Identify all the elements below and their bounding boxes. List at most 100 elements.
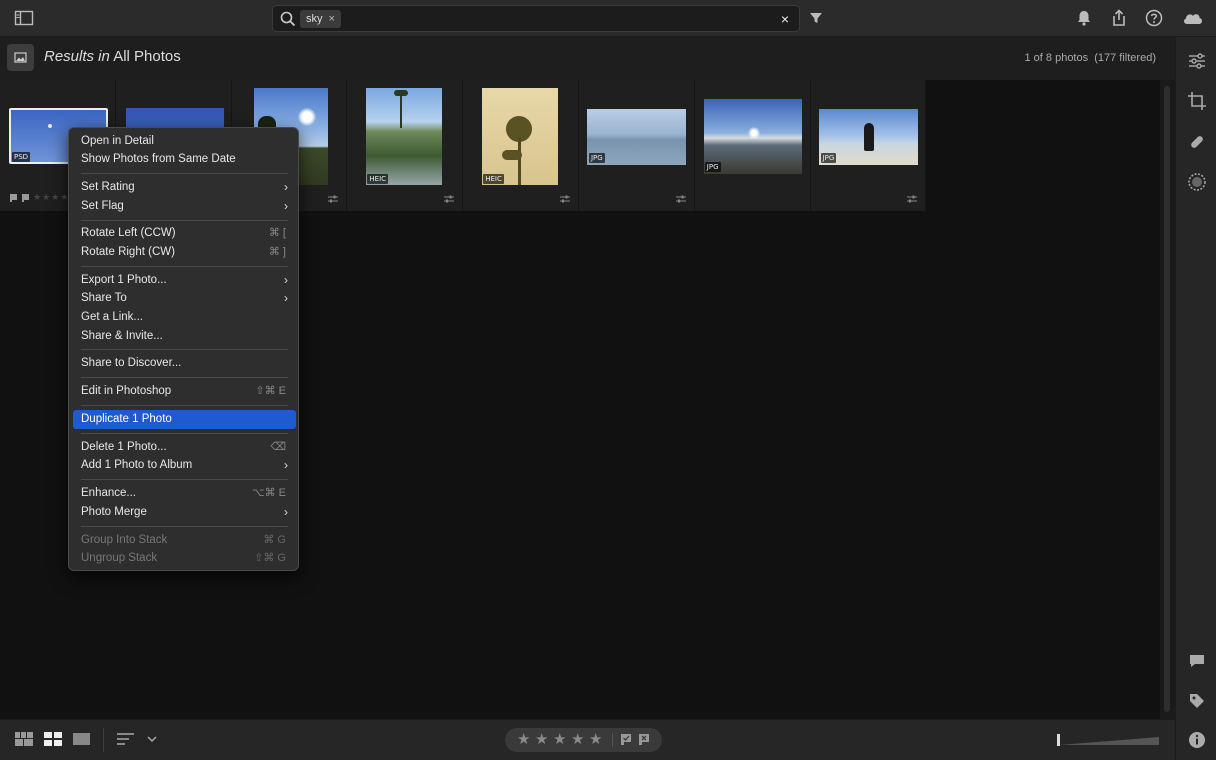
menu-item-label: Rotate Right (CW) <box>81 246 175 258</box>
divider <box>103 728 104 752</box>
square-grid-icon[interactable] <box>15 732 33 746</box>
menu-delete[interactable]: Delete 1 Photo... ⌫ <box>73 438 296 457</box>
file-type-badge: JPG <box>588 153 605 163</box>
file-type-badge: HEIC <box>367 174 389 184</box>
thumbnail-size-slider[interactable] <box>1057 733 1160 747</box>
menu-ungroup-stack: Ungroup Stack ⇧⌘ G <box>73 549 296 568</box>
menu-item-label: Get a Link... <box>81 311 144 323</box>
submenu-chevron-icon: › <box>284 180 288 194</box>
menu-item-label: Open in Detail <box>81 135 154 147</box>
info-icon[interactable] <box>1187 730 1207 750</box>
rating-star[interactable]: ★ <box>589 730 602 748</box>
menu-shortcut: ⌘ ] <box>268 246 286 258</box>
menu-item-label: Add 1 Photo to Album <box>81 459 193 471</box>
results-prefix: Results in <box>44 48 110 65</box>
photo-thumbnail[interactable]: HEIC <box>463 80 579 211</box>
thumb-rating[interactable]: ★★★★ <box>33 192 69 203</box>
submenu-chevron-icon: › <box>284 273 288 287</box>
menu-item-label: Share To <box>81 292 127 304</box>
bottom-toolbar: ★ ★ ★ ★ ★ <box>0 719 1175 760</box>
menu-share-to[interactable]: Share To › <box>73 289 296 308</box>
menu-set-flag[interactable]: Set Flag › <box>73 197 296 216</box>
search-input[interactable]: sky × × <box>272 5 800 32</box>
menu-rotate-left[interactable]: Rotate Left (CCW) ⌘ [ <box>73 224 296 243</box>
results-header: Results in All Photos 1 of 8 photos (177… <box>0 37 1175 80</box>
menu-share-discover[interactable]: Share to Discover... <box>73 354 296 373</box>
menu-separator <box>81 173 288 174</box>
file-type-badge: PSD <box>12 152 31 162</box>
reject-flag-icon[interactable] <box>638 733 650 746</box>
photo-image <box>482 88 559 185</box>
sort-icon[interactable] <box>117 732 135 746</box>
panel-toggle-icon[interactable] <box>14 9 34 27</box>
menu-open-in-detail[interactable]: Open in Detail <box>73 132 296 151</box>
scrollbar-thumb[interactable] <box>1164 86 1170 712</box>
vertical-scrollbar[interactable] <box>1160 80 1175 719</box>
menu-separator <box>81 220 288 221</box>
rating-star[interactable]: ★ <box>535 730 548 748</box>
menu-get-link[interactable]: Get a Link... <box>73 308 296 327</box>
menu-item-label: Duplicate 1 Photo <box>81 413 172 425</box>
menu-show-same-date[interactable]: Show Photos from Same Date <box>73 150 296 169</box>
menu-item-label: Set Rating <box>81 181 135 193</box>
cloud-icon[interactable] <box>1181 8 1205 28</box>
healing-icon[interactable] <box>1187 132 1207 152</box>
rating-star[interactable]: ★ <box>571 730 584 748</box>
photo-thumbnail[interactable]: HEIC <box>347 80 464 211</box>
menu-separator <box>81 405 288 406</box>
photo-thumbnail[interactable]: JPG <box>810 80 927 211</box>
filter-icon[interactable] <box>808 10 824 26</box>
adjustments-icon <box>328 195 339 203</box>
menu-set-rating[interactable]: Set Rating › <box>73 178 296 197</box>
menu-shortcut: ⇧⌘ G <box>254 552 286 564</box>
menu-item-label: Export 1 Photo... <box>81 274 167 286</box>
rating-star[interactable]: ★ <box>517 730 530 748</box>
menu-photo-merge[interactable]: Photo Merge › <box>73 503 296 522</box>
photo-image <box>366 88 443 185</box>
menu-share-invite[interactable]: Share & Invite... <box>73 327 296 346</box>
submenu-chevron-icon: › <box>284 458 288 472</box>
chevron-down-icon[interactable] <box>146 732 158 746</box>
pick-flag-icon[interactable] <box>620 733 632 746</box>
masking-icon[interactable] <box>1187 172 1207 192</box>
share-icon[interactable] <box>1109 8 1129 28</box>
rating-filter[interactable]: ★ ★ ★ ★ ★ <box>505 728 662 752</box>
menu-group-stack: Group Into Stack ⌘ G <box>73 531 296 550</box>
adjustments-icon <box>675 195 686 203</box>
menu-separator <box>81 377 288 378</box>
menu-rotate-right[interactable]: Rotate Right (CW) ⌘ ] <box>73 243 296 262</box>
menu-separator <box>81 526 288 527</box>
menu-enhance[interactable]: Enhance... ⌥⌘ E <box>73 484 296 503</box>
tag-icon[interactable] <box>1187 691 1207 711</box>
photo-thumbnail[interactable]: JPG <box>578 80 695 211</box>
menu-item-label: Share to Discover... <box>81 357 182 369</box>
help-icon[interactable] <box>1144 8 1164 28</box>
menu-separator <box>81 349 288 350</box>
crop-icon[interactable] <box>1187 91 1207 111</box>
menu-duplicate[interactable]: Duplicate 1 Photo <box>73 410 296 429</box>
clear-search-icon[interactable]: × <box>777 10 793 28</box>
comment-icon[interactable] <box>1187 651 1207 671</box>
photo-thumbnail[interactable]: JPG <box>694 80 811 211</box>
edit-tools-panel <box>1175 37 1216 760</box>
menu-separator <box>81 479 288 480</box>
detail-view-icon[interactable] <box>73 732 91 746</box>
flag-icon[interactable] <box>9 193 33 203</box>
top-bar: sky × × <box>0 0 1216 37</box>
bell-icon[interactable] <box>1074 8 1094 28</box>
photo-view-icon[interactable] <box>7 44 34 71</box>
edit-sliders-icon[interactable] <box>1187 51 1207 71</box>
menu-item-label: Enhance... <box>81 487 136 499</box>
file-type-badge: JPG <box>704 162 721 172</box>
menu-edit-photoshop[interactable]: Edit in Photoshop ⇧⌘ E <box>73 382 296 401</box>
search-chip[interactable]: sky × <box>300 10 341 28</box>
menu-shortcut: ⇧⌘ E <box>255 385 286 397</box>
photo-grid-icon[interactable] <box>44 732 62 746</box>
chip-remove-icon[interactable]: × <box>329 10 335 28</box>
menu-export[interactable]: Export 1 Photo... › <box>73 271 296 290</box>
menu-add-to-album[interactable]: Add 1 Photo to Album › <box>73 456 296 475</box>
adjustments-icon <box>907 195 918 203</box>
rating-star[interactable]: ★ <box>553 730 566 748</box>
menu-separator <box>81 433 288 434</box>
page-title: Results in All Photos <box>44 48 181 65</box>
